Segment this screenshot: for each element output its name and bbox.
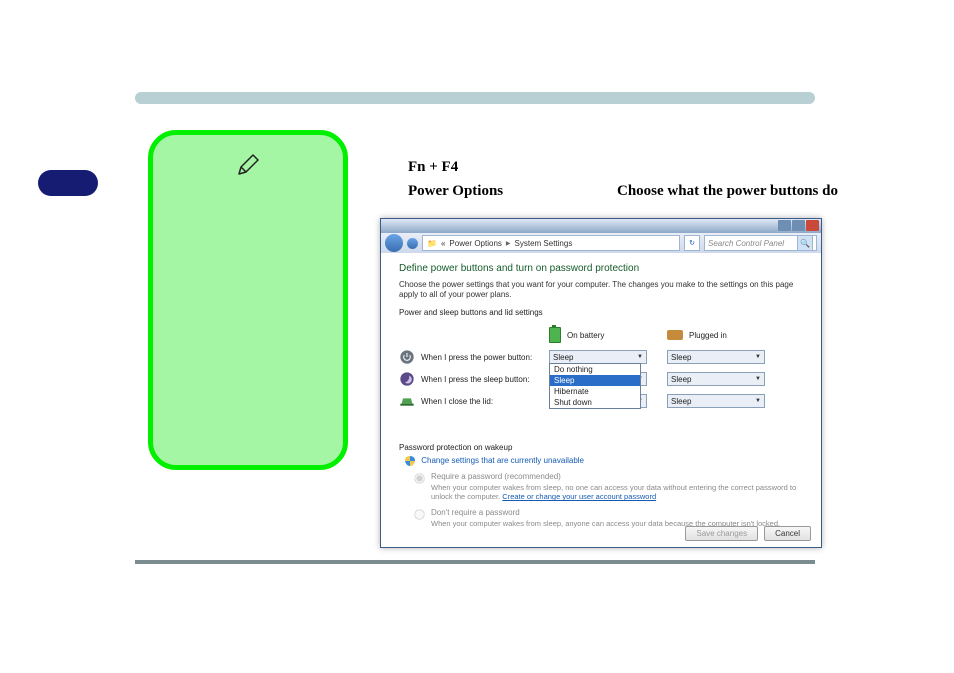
refresh-button[interactable]: ↻	[684, 235, 700, 251]
bottom-divider	[135, 560, 815, 564]
cancel-button[interactable]: Cancel	[764, 526, 811, 541]
minimize-button[interactable]	[778, 220, 791, 231]
choose-buttons-label: Choose what the power buttons do	[617, 179, 838, 203]
power-options-window: 📁 « Power Options ▶ System Settings ↻ Se…	[380, 218, 822, 548]
search-input[interactable]: Search Control Panel 🔍	[704, 235, 817, 251]
option-do-nothing[interactable]: Do nothing	[550, 364, 640, 375]
change-settings-link[interactable]: Change settings that are currently unava…	[421, 456, 584, 465]
titlebar	[381, 219, 821, 233]
column-headers: On battery Plugged in	[399, 327, 803, 343]
lid-plugged-select[interactable]: Sleep▼	[667, 394, 765, 408]
require-password-option: Require a password (recommended) When yo…	[413, 472, 803, 502]
page-description: Choose the power settings that you want …	[399, 280, 803, 300]
moon-icon	[399, 371, 415, 387]
plug-icon	[667, 330, 683, 340]
power-icon	[399, 349, 415, 365]
dialog-footer: Save changes Cancel	[685, 526, 811, 541]
option-hibernate[interactable]: Hibernate	[550, 386, 640, 397]
shield-icon	[405, 456, 415, 466]
laptop-icon	[399, 393, 415, 409]
password-section: Password protection on wakeup Change set…	[399, 443, 803, 528]
require-password-radio	[414, 473, 424, 483]
power-options-label: Power Options	[408, 179, 503, 203]
margin-badge	[38, 170, 98, 196]
option-shut-down[interactable]: Shut down	[550, 397, 640, 408]
note-callout	[148, 130, 348, 470]
fn-key-label: Fn + F4	[408, 155, 458, 179]
crumb-power-options[interactable]: Power Options	[449, 239, 501, 248]
option-sleep[interactable]: Sleep	[550, 375, 640, 386]
no-password-radio	[414, 509, 424, 519]
nav-back-button[interactable]	[385, 234, 403, 252]
battery-icon	[549, 327, 561, 343]
require-password-label: Require a password (recommended)	[431, 472, 803, 481]
close-button[interactable]	[806, 220, 819, 231]
power-button-battery-select[interactable]: Sleep▼	[549, 350, 647, 364]
section-heading: Power and sleep buttons and lid settings	[399, 308, 803, 317]
search-icon[interactable]: 🔍	[797, 235, 813, 251]
crumb-system-settings[interactable]: System Settings	[515, 239, 573, 248]
nav-forward-button[interactable]	[407, 238, 418, 249]
power-button-dropdown: Do nothing Sleep Hibernate Shut down	[549, 363, 641, 409]
row-power-button: When I press the power button: Sleep▼ Do…	[399, 349, 803, 365]
row3-label: When I close the lid:	[421, 397, 493, 406]
maximize-button[interactable]	[792, 220, 805, 231]
create-password-link[interactable]: Create or change your user account passw…	[502, 492, 656, 501]
plugged-in-header: Plugged in	[689, 331, 727, 340]
on-battery-header: On battery	[567, 331, 604, 340]
no-password-label: Don't require a password	[431, 508, 803, 517]
headline-text: Fn + F4 Power Options Choose what the po…	[408, 155, 838, 203]
breadcrumb[interactable]: 📁 « Power Options ▶ System Settings	[422, 235, 680, 251]
power-button-plugged-select[interactable]: Sleep▼	[667, 350, 765, 364]
top-divider	[135, 92, 815, 104]
page-title: Define power buttons and turn on passwor…	[399, 263, 803, 274]
pen-icon	[236, 153, 260, 177]
folder-icon: 📁	[427, 239, 437, 248]
sleep-button-plugged-select[interactable]: Sleep▼	[667, 372, 765, 386]
search-placeholder: Search Control Panel	[708, 239, 784, 248]
password-heading: Password protection on wakeup	[399, 443, 803, 452]
row2-label: When I press the sleep button:	[421, 375, 530, 384]
save-button: Save changes	[685, 526, 758, 541]
content-area: Define power buttons and turn on passwor…	[381, 253, 821, 536]
address-bar: 📁 « Power Options ▶ System Settings ↻ Se…	[381, 233, 821, 253]
row1-label: When I press the power button:	[421, 353, 532, 362]
